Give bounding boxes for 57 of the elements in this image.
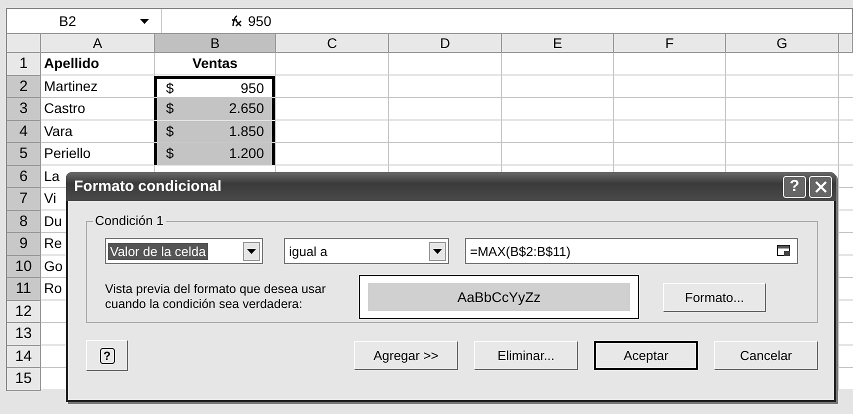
row-header[interactable]: 3 (7, 98, 41, 120)
collapse-icon[interactable] (777, 245, 791, 257)
operator-dropdown[interactable]: igual a (284, 238, 449, 264)
row-header[interactable]: 10 (7, 256, 41, 278)
row-header[interactable]: 9 (7, 233, 41, 256)
table-cell-text: Du (43, 212, 63, 230)
column-header[interactable]: E (502, 33, 614, 53)
window-title: Formato condicional (74, 178, 222, 195)
row-header[interactable]: 12 (7, 300, 41, 323)
row-header[interactable]: 15 (7, 368, 41, 390)
column-header[interactable]: B (155, 33, 276, 53)
table-cell-text: Periello (43, 144, 92, 163)
format-button[interactable]: Formato... (663, 282, 766, 312)
row-header[interactable]: 1 (7, 53, 41, 76)
dropdown-icon (247, 248, 256, 254)
row-header[interactable]: 4 (7, 120, 41, 143)
row-header[interactable]: 2 (7, 76, 41, 98)
help-button[interactable]: ? (86, 340, 128, 371)
table-cell-text: La (43, 166, 61, 186)
table-cell: $ 1.200 (154, 143, 275, 164)
group-label: Condición 1 (93, 213, 166, 228)
formula-field[interactable]: =MAX(B$2:B$11) (465, 238, 798, 264)
dialog-button[interactable]: Cancelar (714, 341, 818, 370)
row-header[interactable]: 8 (7, 210, 41, 233)
column-header[interactable]: F (614, 33, 726, 53)
row-header[interactable]: 14 (7, 346, 41, 368)
column-header[interactable]: G (726, 33, 839, 53)
preview-sample: AaBbCcYyZz (368, 283, 630, 311)
row-header[interactable]: 5 (7, 143, 41, 166)
row-header[interactable]: 13 (7, 323, 41, 346)
close-icon (814, 180, 828, 194)
column-header[interactable]: D (389, 33, 502, 53)
table-cell-text: Apellido (43, 54, 100, 73)
table-cell: $ 2.650 (154, 98, 275, 120)
dropdown-icon (433, 248, 442, 254)
row-header[interactable]: 11 (7, 278, 41, 300)
table-cell-text: Re (43, 234, 63, 253)
column-header[interactable]: C (276, 33, 389, 53)
table-cell-text: Martinez (43, 76, 99, 96)
row-header[interactable]: 7 (7, 188, 41, 210)
row-header[interactable]: 6 (7, 166, 41, 188)
operand-dropdown[interactable]: Valor de la celda (105, 238, 263, 264)
table-cell: $ 1.850 (154, 120, 275, 142)
column-header[interactable]: A (41, 33, 155, 53)
help-button[interactable]: ? (783, 176, 806, 198)
table-cell-text: Go (43, 256, 64, 276)
table-cell-text: Ro (43, 279, 63, 298)
preview-label: Vista previa del formato que desea usar cuando la condición sea verdadera: (105, 282, 327, 312)
column-header (839, 33, 853, 53)
dialog-button[interactable]: Aceptar (594, 341, 698, 370)
table-cell-text: Ventas (191, 54, 239, 73)
table-cell-text: Vi (43, 189, 58, 208)
dialog-button[interactable]: Agregar >> (354, 341, 458, 370)
table-cell-text: Castro (43, 99, 86, 118)
close-button[interactable] (809, 176, 832, 198)
table-cell-text: Vara (43, 122, 74, 140)
dialog-button[interactable]: Eliminar... (474, 341, 578, 370)
